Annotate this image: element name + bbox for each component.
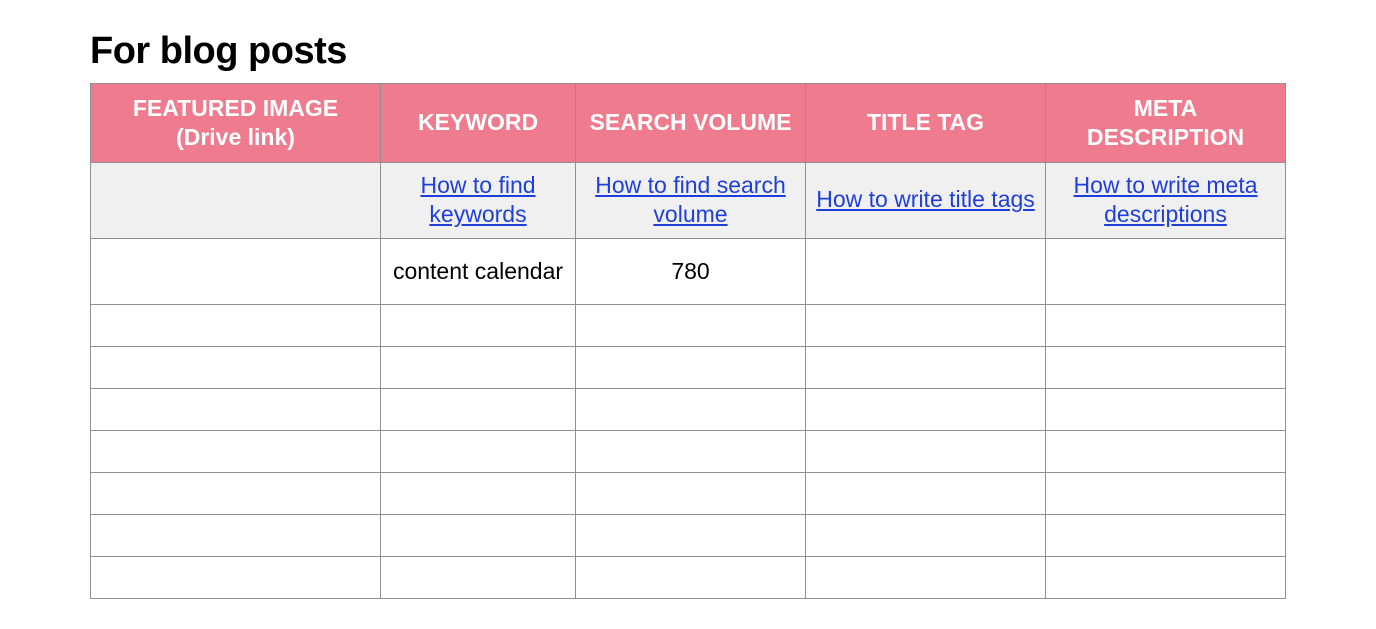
column-header-meta-description: METADESCRIPTION (1046, 84, 1286, 163)
cell-search-volume[interactable] (576, 305, 806, 347)
help-cell-keyword: How to find keywords (381, 162, 576, 239)
table-header-row: FEATURED IMAGE(Drive link) KEYWORD SEARC… (91, 84, 1286, 163)
cell-search-volume[interactable] (576, 431, 806, 473)
cell-featured-image[interactable] (91, 431, 381, 473)
cell-title-tag[interactable] (806, 557, 1046, 599)
column-header-title-tag: TITLE TAG (806, 84, 1046, 163)
cell-search-volume[interactable] (576, 515, 806, 557)
table-row (91, 473, 1286, 515)
table-row (91, 515, 1286, 557)
cell-title-tag[interactable] (806, 389, 1046, 431)
cell-featured-image[interactable] (91, 239, 381, 305)
cell-keyword[interactable] (381, 305, 576, 347)
table-row (91, 389, 1286, 431)
cell-meta-description[interactable] (1046, 515, 1286, 557)
cell-meta-description[interactable] (1046, 305, 1286, 347)
cell-meta-description[interactable] (1046, 473, 1286, 515)
help-cell-title-tag: How to write title tags (806, 162, 1046, 239)
cell-keyword[interactable] (381, 347, 576, 389)
cell-search-volume[interactable] (576, 347, 806, 389)
help-link-title-tags[interactable]: How to write title tags (816, 186, 1035, 212)
cell-search-volume[interactable] (576, 389, 806, 431)
page-title: For blog posts (90, 30, 1286, 73)
cell-meta-description[interactable] (1046, 557, 1286, 599)
cell-meta-description[interactable] (1046, 389, 1286, 431)
help-cell-meta-description: How to write meta descriptions (1046, 162, 1286, 239)
cell-keyword[interactable] (381, 389, 576, 431)
table-row (91, 557, 1286, 599)
cell-title-tag[interactable] (806, 431, 1046, 473)
cell-keyword[interactable]: content calendar (381, 239, 576, 305)
help-links-row: How to find keywords How to find search … (91, 162, 1286, 239)
help-link-keywords[interactable]: How to find keywords (420, 172, 535, 228)
cell-featured-image[interactable] (91, 557, 381, 599)
cell-meta-description[interactable] (1046, 347, 1286, 389)
cell-featured-image[interactable] (91, 473, 381, 515)
table-row (91, 305, 1286, 347)
cell-title-tag[interactable] (806, 515, 1046, 557)
cell-title-tag[interactable] (806, 239, 1046, 305)
help-link-search-volume[interactable]: How to find search volume (595, 172, 785, 228)
cell-search-volume[interactable]: 780 (576, 239, 806, 305)
cell-title-tag[interactable] (806, 305, 1046, 347)
help-cell-search-volume: How to find search volume (576, 162, 806, 239)
column-header-keyword: KEYWORD (381, 84, 576, 163)
cell-search-volume[interactable] (576, 557, 806, 599)
cell-meta-description[interactable] (1046, 239, 1286, 305)
cell-keyword[interactable] (381, 431, 576, 473)
cell-title-tag[interactable] (806, 347, 1046, 389)
table-row: content calendar 780 (91, 239, 1286, 305)
column-header-featured-image: FEATURED IMAGE(Drive link) (91, 84, 381, 163)
table-row (91, 431, 1286, 473)
cell-keyword[interactable] (381, 473, 576, 515)
cell-search-volume[interactable] (576, 473, 806, 515)
cell-meta-description[interactable] (1046, 431, 1286, 473)
cell-featured-image[interactable] (91, 305, 381, 347)
cell-featured-image[interactable] (91, 389, 381, 431)
help-link-meta-descriptions[interactable]: How to write meta descriptions (1073, 172, 1257, 228)
blog-posts-table: FEATURED IMAGE(Drive link) KEYWORD SEARC… (90, 83, 1286, 599)
cell-featured-image[interactable] (91, 515, 381, 557)
cell-keyword[interactable] (381, 557, 576, 599)
cell-keyword[interactable] (381, 515, 576, 557)
table-row (91, 347, 1286, 389)
help-cell-featured-image (91, 162, 381, 239)
cell-title-tag[interactable] (806, 473, 1046, 515)
column-header-search-volume: SEARCH VOLUME (576, 84, 806, 163)
cell-featured-image[interactable] (91, 347, 381, 389)
